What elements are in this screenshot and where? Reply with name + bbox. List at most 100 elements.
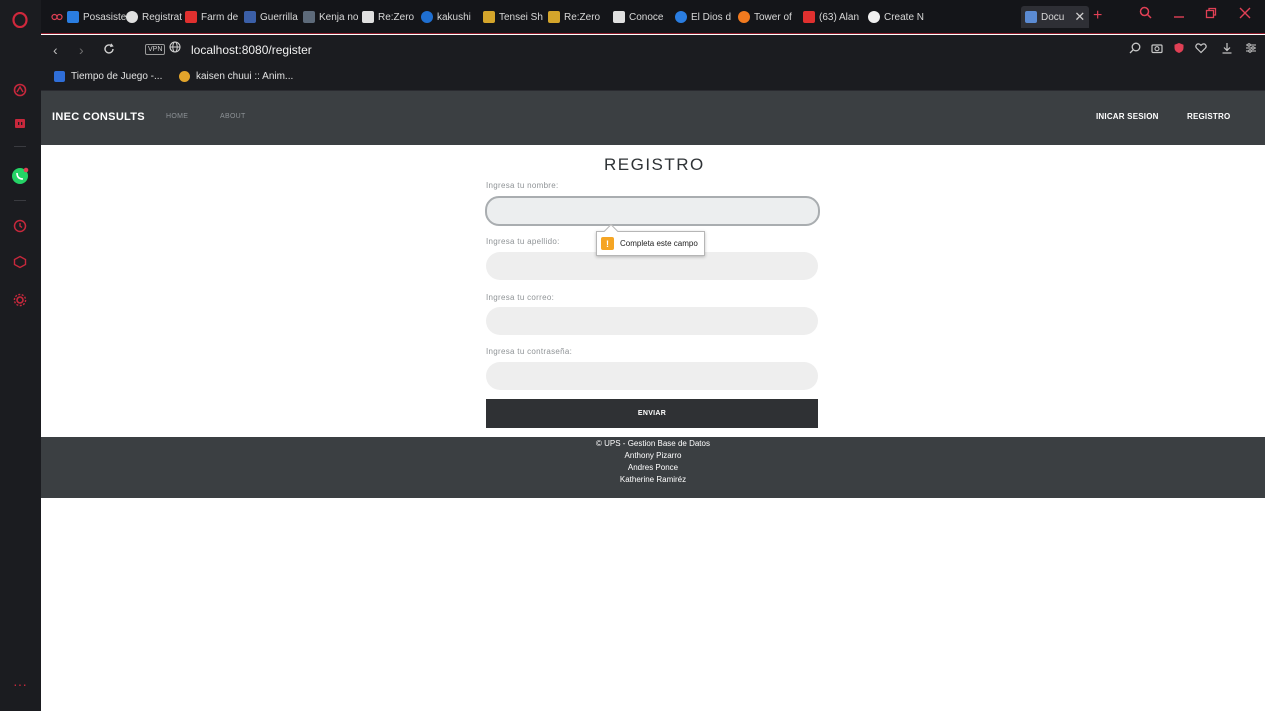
google-favicon (421, 11, 433, 23)
page-title: REGISTRO (604, 155, 705, 174)
email-label: Ingresa tu correo: (486, 293, 555, 302)
tab-item[interactable]: Posasiste (67, 6, 126, 28)
favicon (67, 11, 79, 23)
tab-search-icon[interactable] (1139, 6, 1152, 23)
bookmarks-bar: Tiempo de Juego -... kaisen chuui :: Ani… (41, 65, 1265, 91)
footer-author: Katherine Ramiréz (619, 475, 687, 484)
aria-ai-icon[interactable] (10, 80, 30, 100)
snapshot-icon[interactable] (1151, 42, 1163, 57)
reload-icon[interactable] (103, 42, 115, 58)
download-icon[interactable] (1221, 42, 1233, 57)
site-navbar: INEC CONSULTS HOME ABOUT INICAR SESION R… (41, 91, 1265, 145)
minimize-icon[interactable] (1173, 6, 1185, 23)
surname-label: Ingresa tu apellido: (486, 237, 560, 246)
tab-item[interactable]: kakushi (421, 6, 471, 28)
tab-item[interactable]: Re:Zero (548, 6, 600, 28)
tab-label: (63) Alan (819, 11, 860, 23)
tab-item[interactable]: Kenja no (303, 6, 358, 28)
opera-logo-icon[interactable] (10, 10, 30, 30)
back-icon[interactable]: ‹ (53, 42, 58, 58)
tab-label: Conoce (629, 11, 664, 23)
favicon (244, 11, 256, 23)
tab-label: Farm de (201, 11, 239, 23)
footer-author: Anthony Pizarro (624, 451, 682, 460)
favicon (548, 11, 560, 23)
tab-label: Posasiste (83, 11, 127, 23)
password-field[interactable] (486, 362, 818, 390)
search-icon[interactable] (1129, 42, 1141, 57)
bookmark-item[interactable]: Tiempo de Juego -... (54, 71, 162, 82)
bookmark-label: Tiempo de Juego -... (71, 71, 163, 82)
name-field[interactable] (485, 196, 820, 226)
favicon (1025, 11, 1037, 23)
validation-tooltip: ! Completa este campo (596, 231, 705, 256)
nav-register-link[interactable]: REGISTRO (1187, 112, 1230, 121)
more-options-icon[interactable]: ··· (10, 674, 30, 694)
site-info-icon[interactable] (169, 41, 181, 56)
tab-item[interactable]: Registrat (126, 6, 182, 28)
workspaces-icon[interactable] (51, 6, 63, 28)
tab-item[interactable]: Create N (868, 6, 924, 28)
password-label: Ingresa tu contraseña: (486, 347, 573, 356)
forward-icon[interactable]: › (79, 42, 84, 58)
tab-label: El Dios d (691, 11, 732, 23)
settings-gear-icon[interactable] (10, 290, 30, 310)
url-input[interactable]: localhost:8080/register (191, 43, 312, 57)
nav-home-link[interactable]: HOME (166, 113, 188, 120)
bookmark-label: kaisen chuui :: Anim... (196, 71, 294, 82)
tab-label: Re:Zero (378, 11, 415, 23)
tab-label: Registrat (142, 11, 183, 23)
nav-login-link[interactable]: INICAR SESION (1096, 112, 1159, 121)
nav-about-link[interactable]: ABOUT (220, 113, 246, 120)
youtube-favicon (803, 11, 815, 23)
twitch-icon[interactable] (10, 114, 30, 134)
warning-icon: ! (601, 237, 614, 250)
favicon (738, 11, 750, 23)
tab-item[interactable]: Tensei Sh (483, 6, 543, 28)
submit-button[interactable]: ENVIAR (486, 399, 818, 428)
whatsapp-icon[interactable] (10, 166, 30, 186)
favicon (303, 11, 315, 23)
site-footer: © UPS - Gestion Base de Datos Anthony Pi… (41, 437, 1265, 498)
github-favicon (868, 11, 880, 23)
easy-setup-icon[interactable] (1245, 42, 1257, 57)
extensions-icon[interactable] (10, 252, 30, 272)
brand-logo[interactable]: INEC CONSULTS (52, 111, 145, 123)
tab-item[interactable]: Guerrilla (244, 6, 298, 28)
tab-label: Tower of (754, 11, 792, 23)
tab-item[interactable]: Tower of (738, 6, 792, 28)
address-bar: ‹ › VPN localhost:8080/register (41, 35, 1265, 65)
tab-item[interactable]: (63) Alan (803, 6, 859, 28)
new-tab-icon[interactable]: + (1093, 7, 1102, 25)
tab-bar: Posasiste Registrat Farm de Guerrilla Ke… (41, 0, 1265, 34)
favicon (483, 11, 495, 23)
favorite-heart-icon[interactable] (1195, 42, 1207, 57)
validation-message: Completa este campo (620, 239, 698, 248)
favicon (675, 11, 687, 23)
email-field[interactable] (486, 307, 818, 335)
history-icon[interactable] (10, 216, 30, 236)
tab-label: Tensei Sh (499, 11, 543, 23)
web-page: INEC CONSULTS HOME ABOUT INICAR SESION R… (41, 91, 1265, 711)
tab-item[interactable]: Conoce (613, 6, 663, 28)
favicon (362, 11, 374, 23)
youtube-favicon (185, 11, 197, 23)
adblock-shield-icon[interactable] (1173, 42, 1185, 57)
tab-label: Re:Zero (564, 11, 601, 23)
close-window-icon[interactable] (1239, 6, 1251, 23)
bookmark-item[interactable]: kaisen chuui :: Anim... (179, 71, 293, 82)
browser-sidebar: ··· (0, 0, 41, 711)
vpn-badge[interactable]: VPN (145, 44, 166, 55)
bookmark-favicon (179, 71, 190, 82)
surname-field[interactable] (486, 252, 818, 280)
tab-item[interactable]: Re:Zero (362, 6, 414, 28)
tab-item-active[interactable]: Docu ✕ (1021, 6, 1090, 28)
bookmark-favicon (54, 71, 65, 82)
tab-label: Guerrilla (260, 11, 298, 23)
tab-item[interactable]: Farm de (185, 6, 238, 28)
footer-author: Andres Ponce (627, 463, 679, 472)
footer-copyright: © UPS - Gestion Base de Datos (596, 439, 710, 448)
tab-item[interactable]: El Dios d (675, 6, 731, 28)
close-tab-icon[interactable]: ✕ (1074, 9, 1085, 25)
restore-icon[interactable] (1205, 6, 1217, 23)
